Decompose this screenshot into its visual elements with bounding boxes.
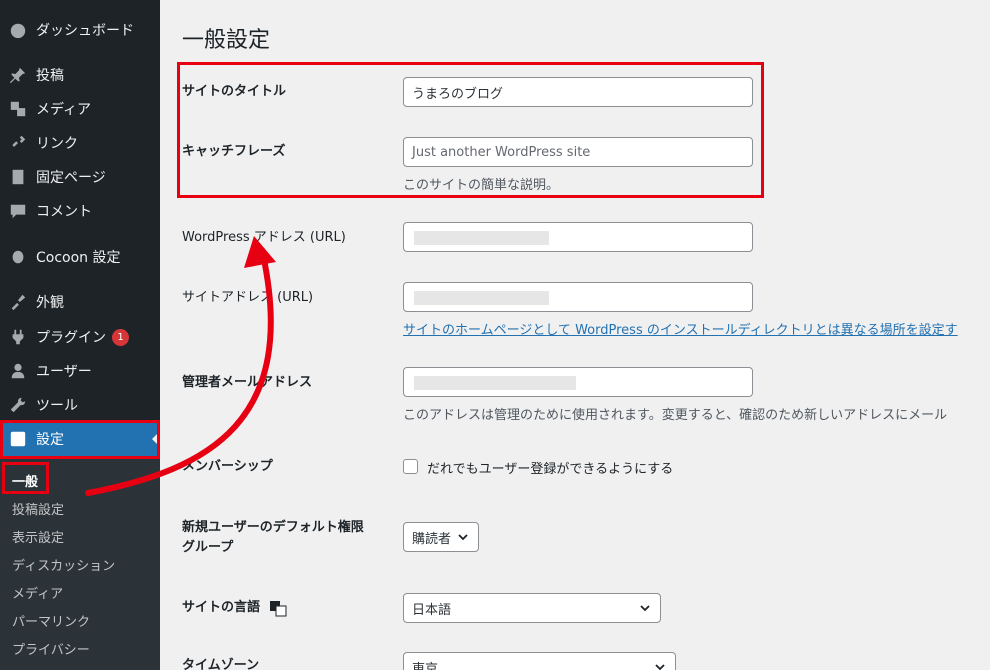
default-role-select[interactable]: 購読者 bbox=[403, 522, 479, 552]
submenu-permalinks[interactable]: パーマリンク bbox=[12, 611, 90, 630]
menu-label: 投稿 bbox=[36, 68, 64, 84]
membership-checkbox[interactable] bbox=[403, 459, 418, 474]
site-language-label: サイトの言語 bbox=[182, 598, 287, 618]
chevron-down-icon bbox=[640, 605, 650, 612]
default-role-label: 新規ユーザーのデフォルト権限 bbox=[182, 520, 364, 535]
menu-links[interactable]: リンク bbox=[0, 126, 160, 160]
site-language-label-text: サイトの言語 bbox=[182, 600, 261, 615]
menu-cocoon[interactable]: Cocoon 設定 bbox=[0, 240, 160, 274]
wrench-icon bbox=[8, 395, 28, 415]
menu-pages[interactable]: 固定ページ bbox=[0, 160, 160, 194]
admin-email-label: 管理者メールアドレス bbox=[182, 375, 313, 390]
timezone-label: タイムゾーン bbox=[182, 658, 260, 670]
translate-icon bbox=[269, 600, 287, 616]
cocoon-icon bbox=[8, 247, 28, 267]
comment-icon bbox=[8, 201, 28, 221]
redacted-url bbox=[414, 231, 549, 245]
default-role-label-2: グループ bbox=[182, 540, 234, 555]
membership-checkbox-label: だれでもユーザー登録ができるようにする bbox=[427, 462, 674, 477]
menu-label: メディア bbox=[36, 102, 92, 118]
annotation-highlight-title-tagline bbox=[177, 62, 764, 198]
site-language-select[interactable]: 日本語 bbox=[403, 593, 661, 623]
menu-users[interactable]: ユーザー bbox=[0, 354, 160, 388]
menu-label: ダッシュボード bbox=[36, 23, 134, 39]
menu-tools[interactable]: ツール bbox=[0, 388, 160, 422]
menu-label: 外観 bbox=[36, 295, 64, 311]
menu-label: ツール bbox=[36, 398, 78, 414]
default-role-value: 購読者 bbox=[412, 531, 452, 547]
menu-dashboard[interactable]: ダッシュボード bbox=[0, 13, 160, 47]
timezone-select[interactable]: 東京 bbox=[403, 652, 676, 670]
timezone-value: 東京 bbox=[412, 661, 439, 670]
site-language-value: 日本語 bbox=[412, 602, 452, 618]
page-title: 一般設定 bbox=[182, 28, 271, 53]
menu-posts[interactable]: 投稿 bbox=[0, 58, 160, 92]
menu-label: Cocoon 設定 bbox=[36, 250, 121, 266]
menu-comments[interactable]: コメント bbox=[0, 194, 160, 228]
redacted-url bbox=[414, 291, 549, 305]
link-icon bbox=[8, 133, 28, 153]
menu-media[interactable]: メディア bbox=[0, 92, 160, 126]
update-count-badge: 1 bbox=[112, 328, 129, 346]
menu-label: リンク bbox=[36, 136, 78, 152]
pin-icon bbox=[8, 65, 28, 85]
submenu-discussion[interactable]: ディスカッション bbox=[12, 555, 115, 574]
wp-address-input[interactable] bbox=[403, 222, 753, 252]
plugin-icon bbox=[8, 327, 28, 347]
submenu-media[interactable]: メディア bbox=[12, 583, 63, 602]
user-icon bbox=[8, 361, 28, 381]
admin-email-input[interactable] bbox=[403, 367, 753, 397]
submenu-reading[interactable]: 表示設定 bbox=[12, 527, 64, 546]
site-address-input[interactable] bbox=[403, 282, 753, 312]
annotation-highlight-general bbox=[2, 462, 49, 494]
appearance-icon bbox=[8, 292, 28, 312]
media-icon bbox=[8, 99, 28, 119]
admin-email-description: このアドレスは管理のために使用されます。変更すると、確認のため新しいアドレスにメ… bbox=[403, 408, 948, 423]
membership-label: メンバーシップ bbox=[182, 459, 273, 474]
menu-label: プラグイン bbox=[36, 330, 106, 346]
menu-label: 固定ページ bbox=[36, 170, 106, 186]
wp-address-label: WordPress アドレス (URL) bbox=[182, 230, 346, 245]
redacted-email bbox=[414, 376, 576, 390]
site-address-help-link[interactable]: サイトのホームページとして WordPress のインストールディレクトリとは異… bbox=[403, 319, 958, 338]
menu-plugins[interactable]: プラグイン 1 bbox=[0, 320, 160, 354]
chevron-down-icon bbox=[458, 534, 468, 541]
admin-sidebar: ダッシュボード 投稿 メディア リンク 固定ページ コメント Cocoon 設定… bbox=[0, 0, 160, 670]
chevron-down-icon bbox=[655, 664, 665, 670]
submenu-privacy[interactable]: プライバシー bbox=[12, 639, 90, 658]
dashboard-icon bbox=[8, 20, 28, 40]
annotation-highlight-settings bbox=[0, 420, 160, 459]
menu-label: コメント bbox=[36, 204, 92, 220]
page-icon bbox=[8, 167, 28, 187]
submenu-writing[interactable]: 投稿設定 bbox=[12, 499, 64, 518]
site-address-label: サイトアドレス (URL) bbox=[182, 290, 314, 305]
menu-label: ユーザー bbox=[36, 364, 92, 380]
menu-appearance[interactable]: 外観 bbox=[0, 285, 160, 319]
